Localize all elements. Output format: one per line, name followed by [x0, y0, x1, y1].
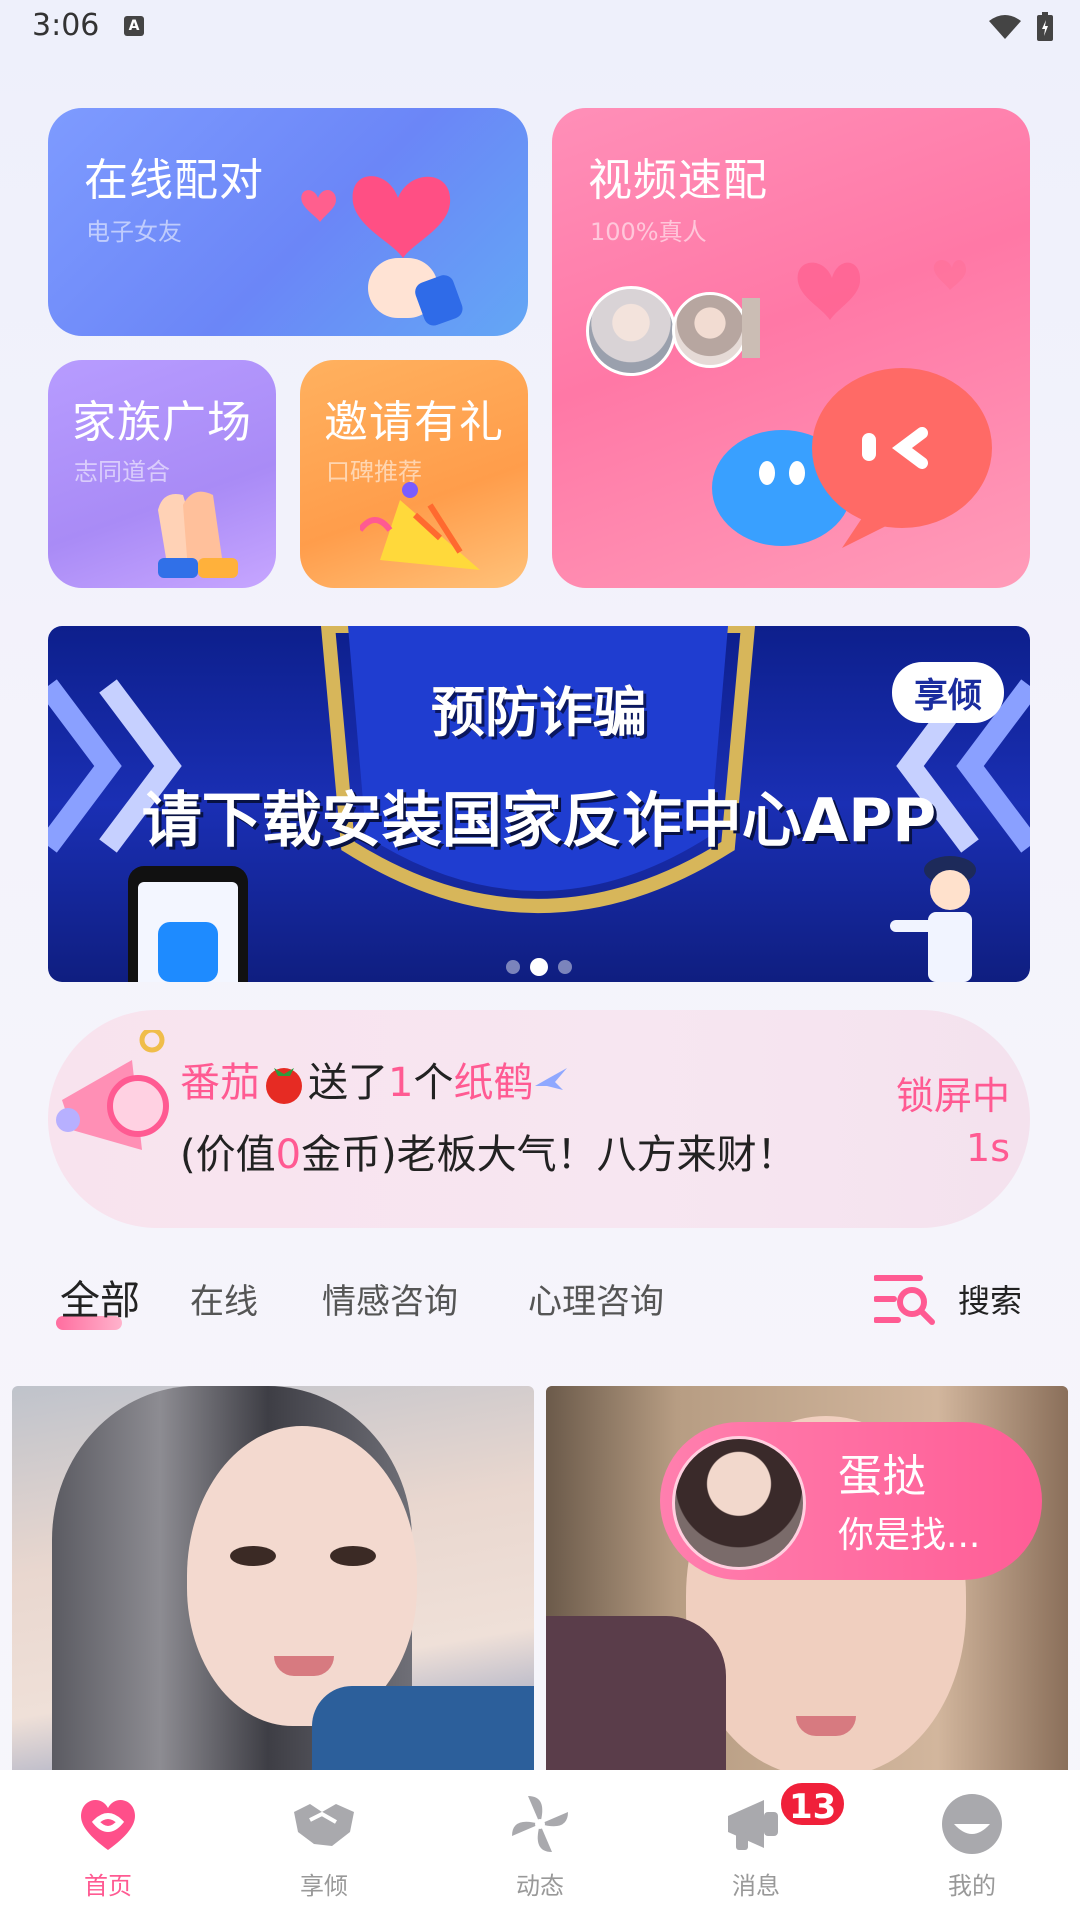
- profile-icon: [940, 1792, 1004, 1856]
- heart-hand-icon: [301, 176, 463, 326]
- nav-label: 动态: [516, 1872, 564, 1900]
- battery-icon: [1037, 12, 1053, 41]
- video-match-tile[interactable]: 视频速配 100%真人: [552, 108, 1030, 588]
- banner-dot-active[interactable]: [530, 958, 548, 976]
- profile-card[interactable]: [12, 1386, 534, 1770]
- family-square-tile[interactable]: 家族广场 志同道合: [48, 360, 276, 588]
- chat-bubbles-icon: [712, 259, 992, 548]
- notice-action: 送了: [308, 1060, 388, 1106]
- handshake-icon: [292, 1792, 356, 1856]
- notice-line-1: 番茄 送了1个纸鹤: [180, 1050, 569, 1108]
- wifi-icon: [989, 15, 1021, 39]
- online-match-subtitle: 电子女友: [86, 218, 182, 246]
- online-match-title: 在线配对: [84, 155, 264, 206]
- nav-messages[interactable]: 13 消息: [676, 1780, 848, 1901]
- notice-sender: 番茄: [180, 1060, 260, 1106]
- nav-label: 首页: [84, 1872, 132, 1900]
- tab-online[interactable]: 在线: [190, 1274, 258, 1323]
- tab-all[interactable]: 全部: [60, 1268, 140, 1326]
- status-time: 3:06: [32, 8, 100, 43]
- megaphone-icon: 13: [724, 1780, 848, 1856]
- profile-eye: [230, 1546, 276, 1566]
- nav-home[interactable]: 首页: [28, 1792, 188, 1901]
- profile-sleeve: [546, 1616, 726, 1770]
- category-tabs: 全部 在线 情感咨询 心理咨询 搜索: [0, 1260, 1080, 1340]
- invite-reward-tile[interactable]: 邀请有礼 口碑推荐: [300, 360, 528, 588]
- nav-label: 享倾: [300, 1872, 348, 1900]
- message-badge: 13: [778, 1780, 848, 1828]
- banner-subtitle: 请下载安装国家反诈中心APP: [141, 786, 937, 856]
- notice-unit: 个: [413, 1060, 454, 1106]
- video-match-title: 视频速配: [588, 155, 768, 206]
- pinwheel-icon: [508, 1792, 572, 1856]
- lock-timer: 1s: [966, 1126, 1010, 1170]
- online-match-tile[interactable]: 在线配对 电子女友: [48, 108, 528, 336]
- recommended-user-message: 你是找...: [838, 1515, 981, 1556]
- nav-moments[interactable]: 动态: [460, 1792, 620, 1901]
- status-bar: 3:06 A: [0, 0, 1080, 56]
- clapping-hands-icon: [158, 491, 238, 578]
- search-button[interactable]: 搜索: [873, 1272, 1022, 1326]
- family-square-title: 家族广场: [72, 397, 252, 448]
- nav-profile[interactable]: 我的: [892, 1792, 1052, 1901]
- notice-line-2: (价值0金币)老板大气！八方来财！: [180, 1122, 797, 1180]
- nav-label: 我的: [948, 1872, 996, 1900]
- tomato-icon: [266, 1068, 302, 1104]
- search-label: 搜索: [957, 1282, 1022, 1320]
- party-popper-icon: [360, 482, 480, 570]
- heart-home-icon: [76, 1792, 140, 1856]
- search-list-icon: [873, 1275, 935, 1325]
- notice-gift: 纸鹤: [453, 1060, 534, 1106]
- lock-status-text: 锁屏中: [895, 1074, 1010, 1118]
- recommended-user-bubble[interactable]: 蛋挞 你是找...: [660, 1422, 1042, 1580]
- profile-sweater: [312, 1686, 534, 1770]
- invite-reward-title: 邀请有礼: [324, 397, 504, 448]
- notice-count: 1: [388, 1060, 414, 1106]
- anti-fraud-banner[interactable]: 预防诈骗 请下载安装国家反诈中心APP 享倾: [48, 626, 1030, 982]
- profile-face: [187, 1426, 417, 1726]
- banner-tag: 享倾: [892, 662, 1004, 723]
- banner-dot[interactable]: [558, 960, 572, 974]
- megaphone-icon: [56, 1030, 169, 1150]
- profile-eye: [330, 1546, 376, 1566]
- video-match-subtitle: 100%真人: [590, 218, 707, 246]
- nav-share[interactable]: 享倾: [244, 1792, 404, 1901]
- tab-psych-consult[interactable]: 心理咨询: [528, 1274, 664, 1323]
- notice-lock-status: 锁屏中 1s: [896, 1070, 1010, 1174]
- notice-value: 0: [275, 1132, 302, 1178]
- banner-title: 预防诈骗: [431, 681, 647, 744]
- banner-pagination[interactable]: [48, 958, 1030, 976]
- gift-notice-bar[interactable]: 番茄 送了1个纸鹤 (价值0金币)老板大气！八方来财！ 锁屏中 1s: [48, 1010, 1030, 1228]
- tab-emotional-consult[interactable]: 情感咨询: [322, 1274, 458, 1323]
- nav-label: 消息: [732, 1872, 780, 1900]
- recommended-user-name: 蛋挞: [838, 1451, 926, 1502]
- notice-value-prefix: (价值: [180, 1132, 276, 1178]
- avatar: [586, 286, 676, 376]
- paper-crane-icon: [535, 1068, 568, 1090]
- bottom-navigation: 首页 享倾 动态 13 消息 我的: [0, 1770, 1080, 1920]
- avatar: [672, 1436, 806, 1570]
- banner-dot[interactable]: [506, 960, 520, 974]
- notice-value-suffix: 金币)老板大气！八方来财！: [301, 1132, 797, 1178]
- notification-a-icon: A: [124, 16, 144, 36]
